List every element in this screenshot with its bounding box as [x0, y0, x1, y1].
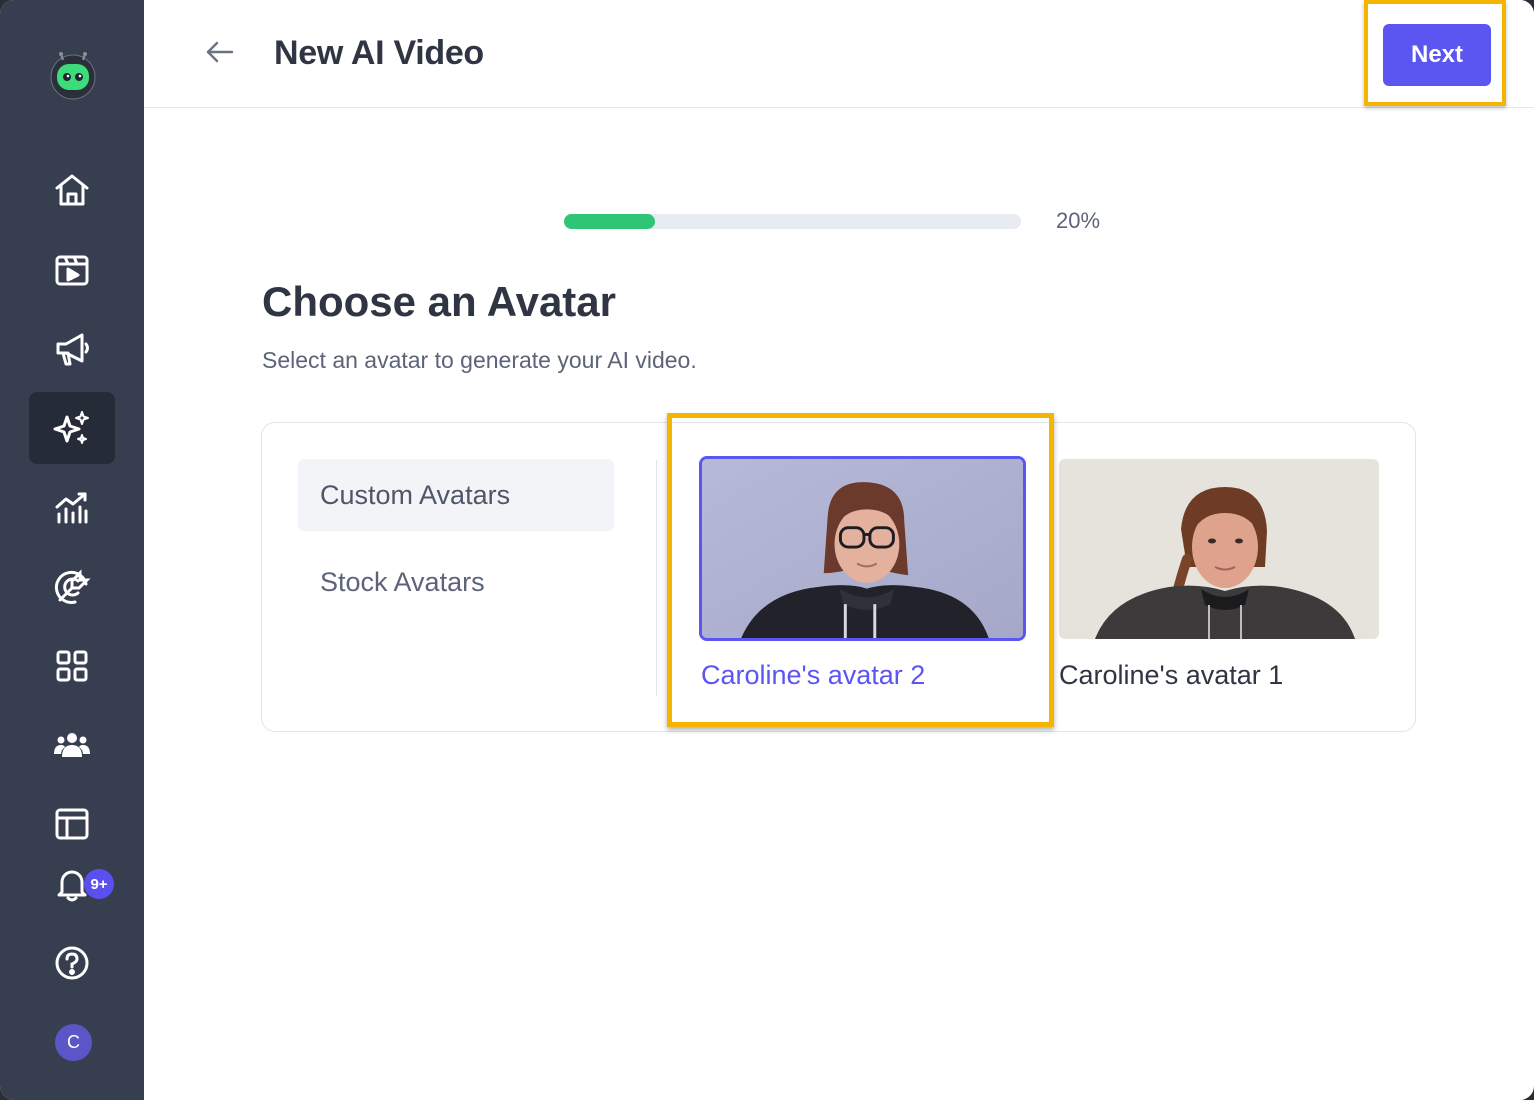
panel-divider [656, 460, 657, 696]
home-icon [55, 174, 89, 206]
team-icon [54, 733, 90, 757]
avatar-name[interactable]: Caroline's avatar 1 [1059, 660, 1283, 691]
help-icon [55, 946, 89, 980]
app-window: 9+ C New AI Video Next 20% Choose an Ava… [0, 0, 1534, 1100]
analytics-icon [55, 492, 88, 524]
tab-stock-avatars[interactable]: Stock Avatars [298, 546, 614, 618]
target-icon [54, 569, 91, 604]
sparkles-icon [53, 411, 89, 444]
nav-apps[interactable] [29, 630, 115, 702]
page-title: New AI Video [274, 34, 484, 72]
robot-logo-icon[interactable] [48, 50, 98, 100]
section-heading: Choose an Avatar [262, 278, 616, 325]
avatar-thumbnail[interactable] [1059, 459, 1379, 639]
sidebar: 9+ C [0, 0, 144, 1100]
notification-badge: 9+ [84, 869, 114, 899]
section-subheading: Select an avatar to generate your AI vid… [262, 347, 697, 373]
progress-fill [564, 214, 656, 229]
user-avatar[interactable]: C [55, 1024, 92, 1061]
video-library-icon [55, 255, 89, 286]
back-arrow-icon[interactable] [204, 36, 236, 68]
progress-bar [564, 214, 1021, 229]
header: New AI Video Next [144, 0, 1534, 108]
nav-help[interactable] [29, 927, 115, 999]
nav-videos[interactable] [29, 234, 115, 306]
apps-grid-icon [56, 650, 88, 682]
layout-icon [55, 808, 89, 840]
megaphone-icon [56, 333, 89, 366]
progress-label: 20% [1056, 208, 1101, 233]
nav-campaigns[interactable] [29, 313, 115, 385]
selected-avatar-highlight [667, 413, 1054, 727]
nav-ai-video[interactable] [29, 392, 115, 464]
nav-analytics[interactable] [29, 472, 115, 544]
nav-home[interactable] [29, 154, 115, 226]
nav-team[interactable] [29, 709, 115, 781]
next-button[interactable]: Next [1383, 24, 1491, 86]
tab-custom-avatars[interactable]: Custom Avatars [298, 459, 614, 531]
nav-targeting[interactable] [29, 551, 115, 623]
